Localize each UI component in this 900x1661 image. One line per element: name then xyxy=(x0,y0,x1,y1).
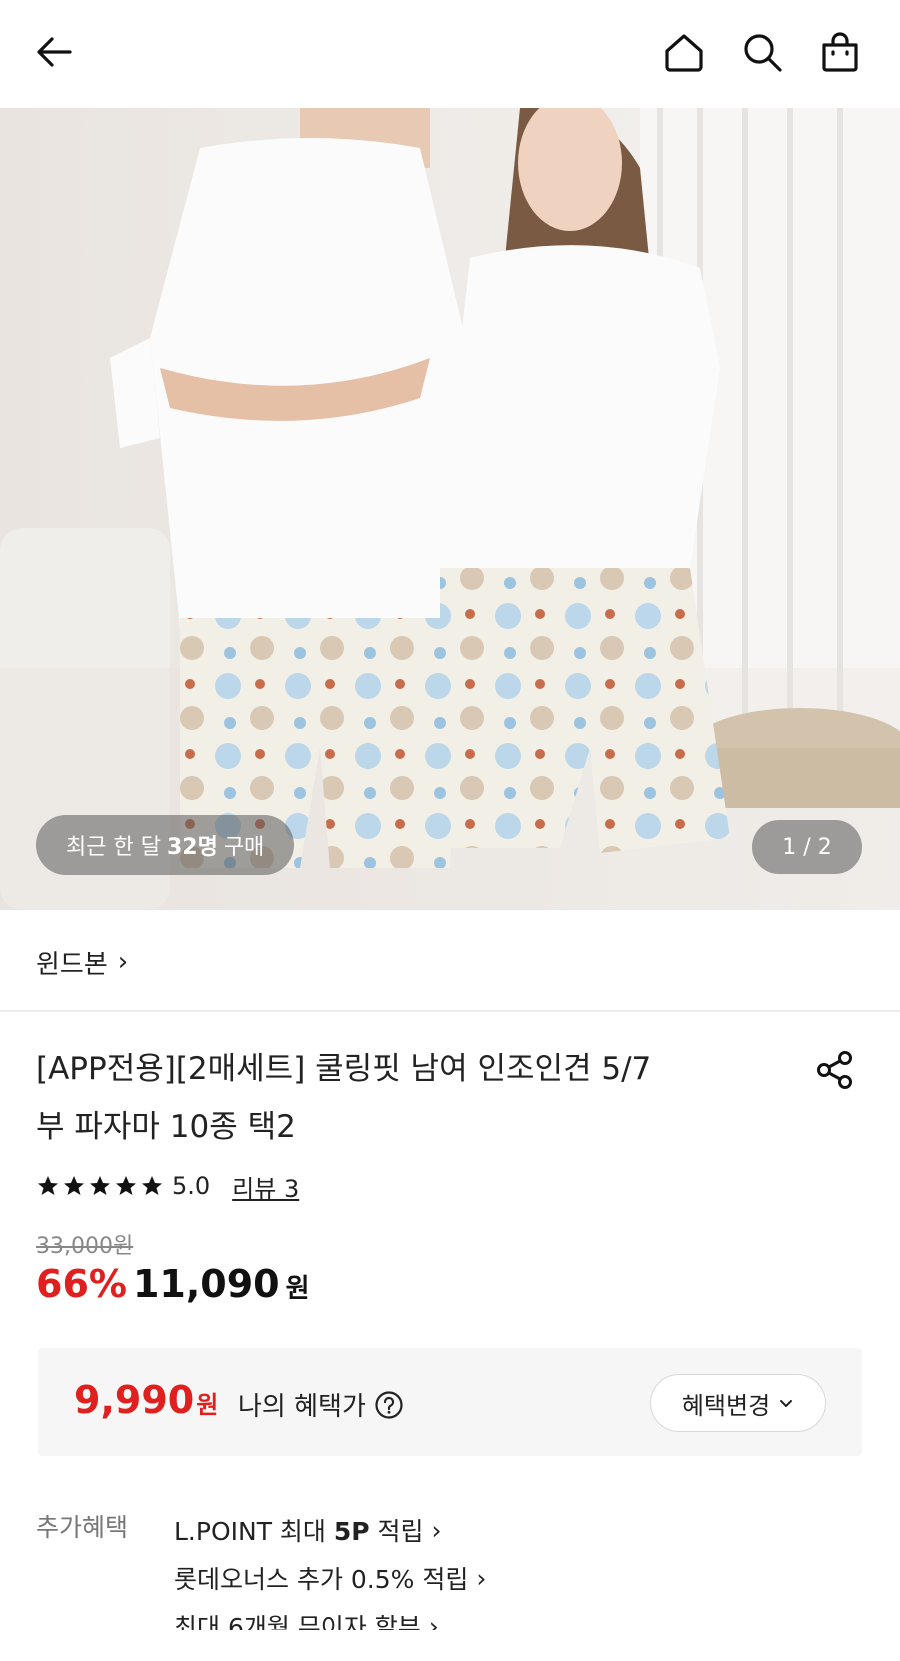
back-button[interactable] xyxy=(30,28,78,76)
back-arrow-icon xyxy=(37,37,72,67)
chevron-right-icon: › xyxy=(431,1515,442,1545)
extra-benefits-list: L.POINT 최대 5P 적립 › 롯데오너스 추가 0.5% 적립 › 최대… xyxy=(174,1506,486,1650)
benefit-price-box: 9,990 원 나의 혜택가 혜택변경 xyxy=(38,1348,862,1456)
rating-value: 5.0 xyxy=(172,1172,211,1200)
product-title: [APP전용][2매세트] 쿨링핏 남여 인조인견 5/7 부 파자마 10종 … xyxy=(36,1040,756,1156)
star-icon xyxy=(90,1176,110,1195)
product-title-line1: [APP전용][2매세트] 쿨링핏 남여 인조인견 5/7 xyxy=(36,1051,652,1087)
extra-benefits-label: 추가혜택 xyxy=(36,1513,129,1542)
extra-benefit-text: 롯데오너스 추가 0.5% 적립 xyxy=(174,1565,469,1594)
change-benefit-button[interactable]: 혜택변경 xyxy=(650,1374,826,1432)
bottom-edge xyxy=(0,1630,900,1661)
benefit-price-unit: 원 xyxy=(196,1391,219,1419)
chevron-right-icon: › xyxy=(476,1563,487,1593)
extra-benefit-bold: 5P xyxy=(333,1517,370,1546)
extra-benefit-text: L.POINT 최대 xyxy=(174,1517,334,1546)
original-price: 33,000원 xyxy=(36,1234,134,1259)
product-photo-illustration xyxy=(0,108,900,910)
benefit-price: 9,990 원 xyxy=(74,1378,218,1422)
search-icon xyxy=(744,34,782,72)
change-benefit-label: 혜택변경 xyxy=(681,1391,771,1420)
rating-row: 5.0 리뷰 3 xyxy=(36,1168,299,1204)
share-button[interactable] xyxy=(810,1045,860,1095)
image-page-indicator: 1 / 2 xyxy=(752,820,862,874)
discount-rate: 66% xyxy=(36,1262,127,1306)
star-icon xyxy=(116,1176,136,1195)
brand-name: 윈드본 xyxy=(36,949,108,980)
search-button[interactable] xyxy=(738,28,786,76)
chevron-down-icon xyxy=(780,1400,793,1407)
price-row: 66% 11,090 원 xyxy=(36,1262,310,1312)
chevron-right-icon: › xyxy=(117,947,129,977)
star-rating xyxy=(36,1174,164,1198)
share-icon xyxy=(817,1051,852,1089)
home-button[interactable] xyxy=(660,28,708,76)
recent-prefix: 최근 한 달 xyxy=(66,835,161,860)
top-bar xyxy=(0,0,900,108)
star-icon xyxy=(64,1176,84,1195)
review-link[interactable]: 리뷰 3 xyxy=(232,1169,299,1204)
product-image[interactable] xyxy=(0,108,900,910)
extra-benefit-lotte-owners[interactable]: 롯데오너스 추가 0.5% 적립 › xyxy=(174,1554,486,1602)
recent-purchase-badge: 최근 한 달 32명 구매 xyxy=(36,815,295,875)
section-divider xyxy=(0,1010,900,1012)
benefit-label-text: 나의 혜택가 xyxy=(238,1392,366,1422)
cart-button[interactable] xyxy=(816,28,864,76)
star-icon xyxy=(38,1176,58,1195)
recent-suffix: 구매 xyxy=(223,835,265,860)
recent-count: 32명 xyxy=(166,835,218,860)
brand-link[interactable]: 윈드본 › xyxy=(36,940,128,984)
shopping-bag-icon xyxy=(822,32,858,72)
extra-benefit-suffix: 적립 xyxy=(369,1517,424,1546)
top-icon-group xyxy=(660,28,864,76)
sale-price-unit: 원 xyxy=(285,1274,310,1304)
benefit-price-value: 9,990 xyxy=(74,1378,195,1422)
sale-price: 11,090 xyxy=(132,1262,280,1306)
home-icon xyxy=(665,34,703,72)
help-icon[interactable] xyxy=(374,1390,404,1420)
benefit-label: 나의 혜택가 xyxy=(238,1386,404,1423)
star-icon xyxy=(142,1176,162,1195)
product-title-line2: 부 파자마 10종 택2 xyxy=(36,1109,296,1145)
extra-benefit-lpoint[interactable]: L.POINT 최대 5P 적립 › xyxy=(174,1506,486,1554)
